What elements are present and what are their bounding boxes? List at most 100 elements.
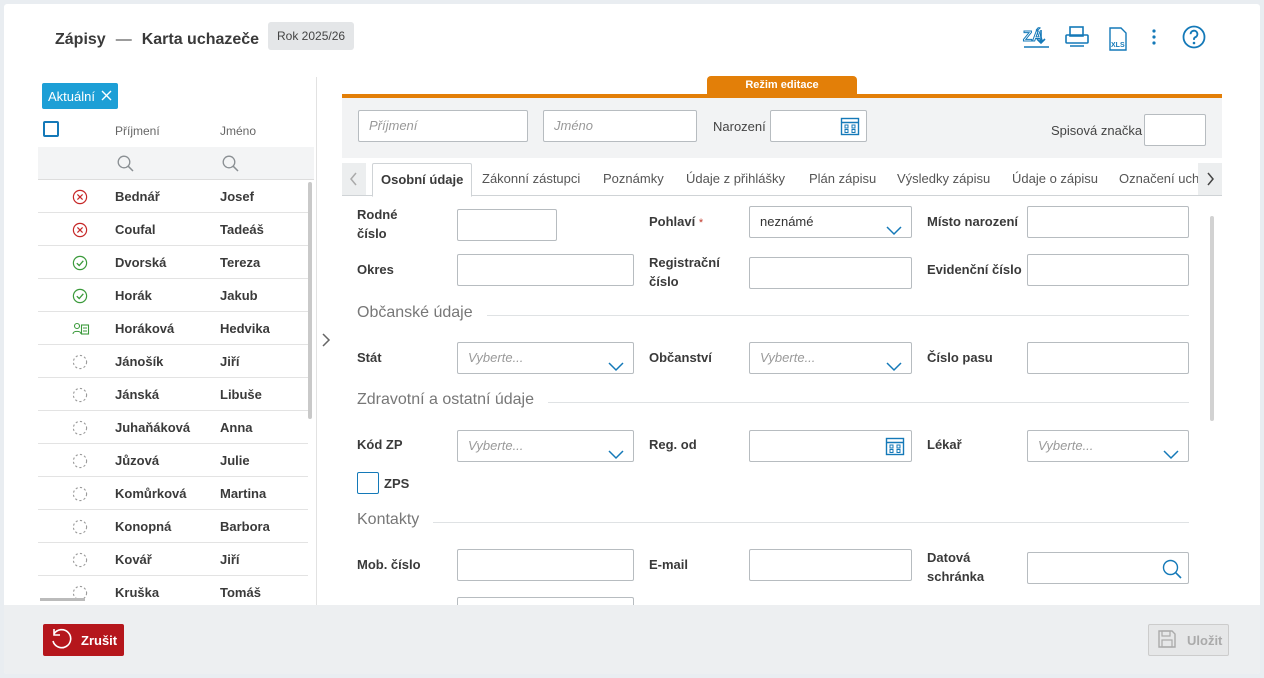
firstname-cell: Anna — [220, 420, 253, 435]
firstname-cell: Jiří — [220, 552, 240, 567]
databox-label: Datová schránka — [927, 550, 985, 584]
search-icon[interactable] — [222, 155, 239, 177]
list-item[interactable]: Jůzová Julie — [38, 444, 308, 477]
applicant-filter-bar: Příjmení Jméno Narození Spisová značka — [342, 98, 1222, 158]
gender-select[interactable]: neznámé — [749, 206, 912, 238]
zap-import-icon[interactable]: ZÁ — [1022, 24, 1052, 50]
search-icon[interactable] — [117, 155, 134, 177]
list-item[interactable]: Horák Jakub — [38, 279, 308, 312]
reg-from-date-input[interactable] — [749, 430, 912, 462]
birth-number-input[interactable] — [457, 209, 557, 241]
tab-0[interactable]: Osobní údaje — [372, 163, 473, 197]
calendar-icon[interactable] — [885, 436, 905, 467]
mobile-input[interactable] — [457, 549, 634, 581]
tab-5[interactable]: Výsledky zápisu — [897, 171, 990, 186]
tab-2[interactable]: Poznámky — [603, 171, 664, 186]
chevron-right-icon[interactable] — [321, 332, 331, 353]
list-item[interactable]: Coufal Tadeáš — [38, 213, 308, 246]
pending-status-icon — [72, 354, 88, 370]
evidence-number-label: Evidenční číslo — [927, 262, 1022, 277]
firstname-cell: Hedvika — [220, 321, 270, 336]
select-all-checkbox[interactable] — [43, 121, 59, 137]
firstname-cell: Jiří — [220, 354, 240, 369]
rejected-status-icon — [72, 189, 88, 205]
panel-splitter[interactable] — [316, 77, 317, 609]
footer-bar — [4, 605, 1260, 674]
tabs-strip: Osobní údaje Zákonní zástupci Poznámky Údaj… — [366, 163, 1198, 197]
reg-from-label: Reg. od — [649, 437, 697, 452]
list-item[interactable]: Juhaňáková Anna — [38, 411, 308, 444]
surname-cell: Kruška — [115, 585, 160, 600]
cancel-label: Zrušit — [81, 632, 118, 648]
detail-tabs: Osobní údaje Zákonní zástupci Poznámky Údaj… — [342, 163, 1222, 197]
list-item[interactable]: Horáková Hedvika — [38, 312, 308, 345]
list-item[interactable]: Bednář Josef — [38, 180, 308, 213]
list-header: Příjmení Jméno — [38, 118, 314, 146]
tab-7[interactable]: Označení uch — [1119, 171, 1198, 186]
list-item[interactable]: Dvorská Tereza — [38, 246, 308, 279]
zps-checkbox[interactable] — [357, 472, 379, 494]
evidence-number-input[interactable] — [1027, 254, 1189, 286]
search-icon[interactable] — [1162, 559, 1182, 590]
tab-4[interactable]: Plán zápisu — [809, 171, 876, 186]
list-item[interactable]: Konopná Barbora — [38, 510, 308, 543]
tabs-scroll-right-button[interactable] — [1198, 163, 1222, 195]
list-horizontal-scrollbar[interactable] — [40, 598, 85, 601]
list-item[interactable]: Jánská Libuše — [38, 378, 308, 411]
district-input[interactable] — [457, 254, 634, 286]
save-button[interactable]: Uložit — [1148, 624, 1229, 656]
birth-date-input[interactable] — [770, 110, 867, 142]
more-vert-icon[interactable] — [1148, 24, 1160, 50]
birthplace-input[interactable] — [1027, 206, 1189, 238]
surname-filter-input[interactable]: Příjmení — [358, 110, 528, 142]
svg-text:XLS: XLS — [1111, 42, 1125, 49]
pending-status-icon — [72, 420, 88, 436]
firstname-cell: Martina — [220, 486, 267, 501]
cancel-button[interactable]: Zrušit — [43, 624, 124, 656]
file-number-label: Spisová značka — [1051, 123, 1143, 138]
list-item[interactable]: Komůrková Martina — [38, 477, 308, 510]
insurance-code-select[interactable]: Vyberte... — [457, 430, 634, 462]
file-number-input[interactable] — [1144, 114, 1206, 146]
state-select[interactable]: Vyberte... — [457, 342, 634, 374]
doctor-placeholder: Vyberte... — [1038, 438, 1094, 453]
firstname-cell: Barbora — [220, 519, 270, 534]
calendar-icon[interactable] — [840, 116, 860, 147]
chevron-down-icon — [886, 353, 902, 383]
surname-cell: Horáková — [115, 321, 175, 336]
databox-input[interactable] — [1027, 552, 1189, 584]
list-scrollbar[interactable] — [308, 182, 312, 419]
gender-value: neznámé — [760, 214, 814, 229]
list-item[interactable]: Jánošík Jiří — [38, 345, 308, 378]
column-surname[interactable]: Příjmení — [115, 124, 160, 138]
firstname-cell: Tereza — [220, 255, 261, 270]
reg-number-input[interactable] — [749, 257, 912, 289]
firstname-filter-input[interactable]: Jméno — [543, 110, 697, 142]
close-icon[interactable] — [101, 89, 112, 104]
tab-1[interactable]: Zákonní zástupci — [482, 171, 580, 186]
tab-6[interactable]: Údaje o zápisu — [1012, 171, 1098, 186]
filter-chip-current[interactable]: Aktuální — [42, 83, 118, 109]
form-scrollbar[interactable] — [1210, 216, 1214, 421]
citizenship-label: Občanství — [649, 350, 712, 365]
print-icon[interactable] — [1064, 24, 1090, 50]
citizenship-select[interactable]: Vyberte... — [749, 342, 912, 374]
birth-number-label: Rodné číslo — [357, 207, 398, 241]
school-year-badge[interactable]: Rok 2025/26 — [268, 22, 355, 50]
firstname-cell: Tomáš — [220, 585, 261, 600]
doctor-select[interactable]: Vyberte... — [1027, 430, 1189, 462]
title-separator: — — [115, 31, 132, 48]
xls-export-icon[interactable]: XLS — [1107, 26, 1129, 52]
help-icon[interactable] — [1181, 24, 1207, 50]
health-section-title: Zdravotní a ostatní údaje — [357, 391, 548, 409]
surname-cell: Horák — [115, 288, 152, 303]
column-firstname[interactable]: Jméno — [220, 124, 256, 138]
email-input[interactable] — [749, 549, 912, 581]
tabs-scroll-left-button[interactable] — [342, 163, 366, 195]
passport-input[interactable] — [1027, 342, 1189, 374]
applicant-list: Bednář Josef Coufal Tadeáš Dvorská Tereza Horá… — [38, 180, 308, 609]
list-item[interactable]: Kovář Jiří — [38, 543, 308, 576]
tab-3[interactable]: Údaje z přihlášky — [686, 171, 785, 186]
rejected-status-icon — [72, 222, 88, 238]
civic-section-title: Občanské údaje — [357, 304, 487, 322]
